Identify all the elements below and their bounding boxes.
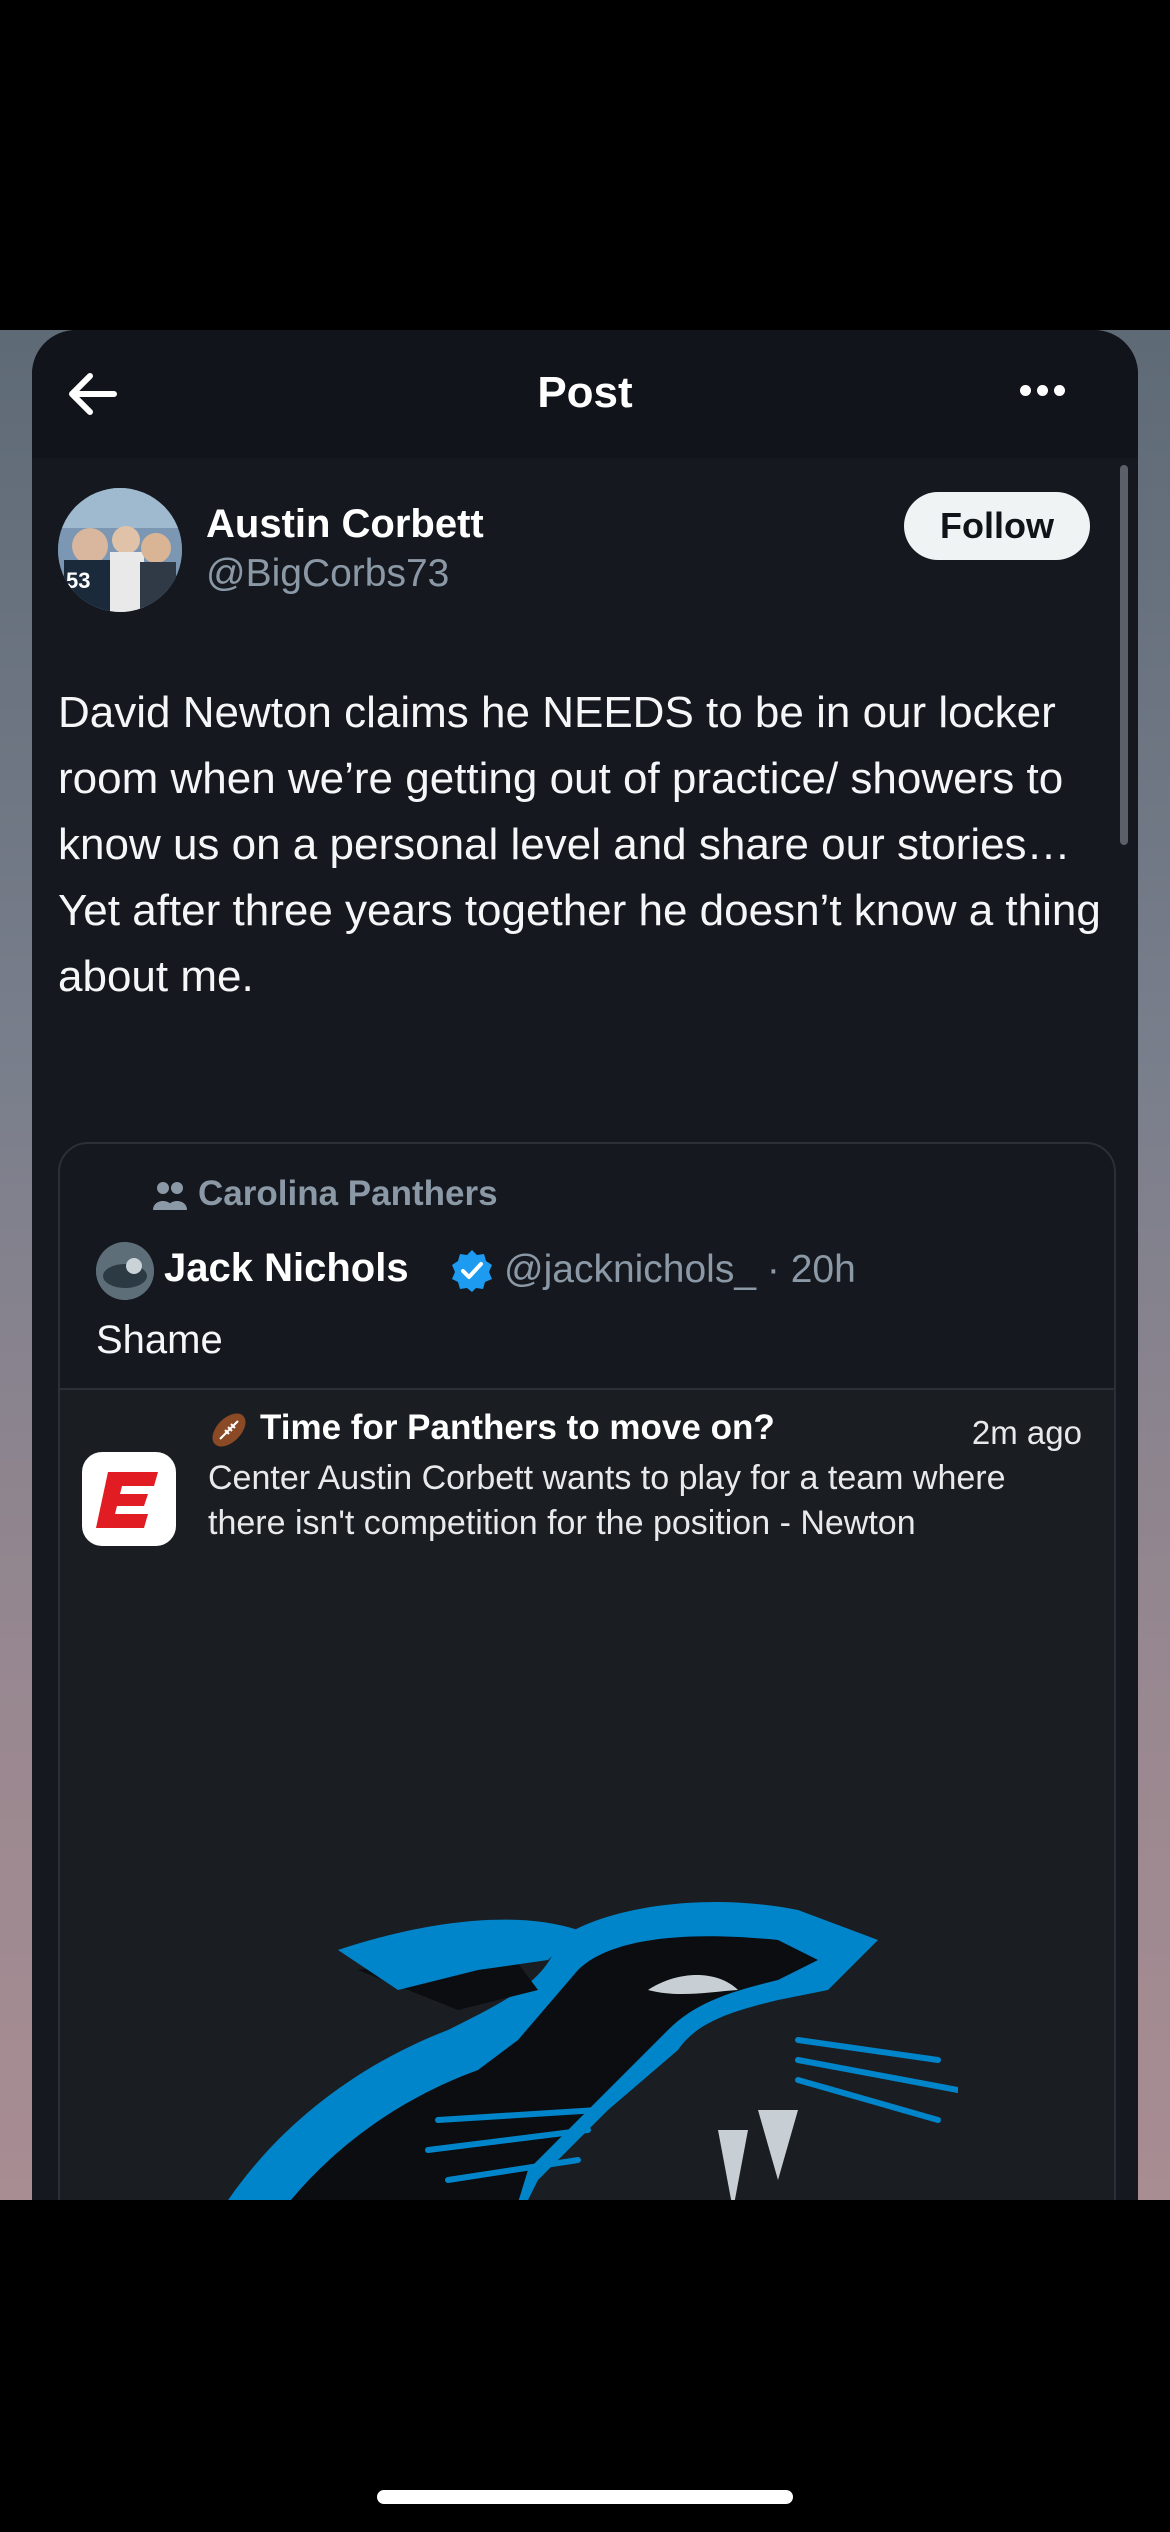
community-label[interactable]: Carolina Panthers: [152, 1174, 498, 1214]
quoted-handle-time: @jacknichols_ · 20h: [504, 1248, 856, 1291]
more-options-button[interactable]: [1020, 376, 1090, 406]
quoted-post-text: Shame: [96, 1318, 223, 1362]
author-name[interactable]: Austin Corbett: [206, 502, 484, 547]
avatar-photo: 53: [58, 488, 182, 612]
top-navigation-bar: Post: [32, 330, 1138, 458]
post-text: David Newton claims he NEEDS to be in ou…: [58, 680, 1118, 1010]
page-title: Post: [537, 368, 633, 417]
author-avatar[interactable]: 53: [58, 488, 182, 612]
follow-button[interactable]: Follow: [904, 492, 1090, 560]
notification-body: Center Austin Corbett wants to play for …: [208, 1459, 1006, 1542]
verified-badge-icon: [452, 1250, 492, 1292]
quoted-author-name[interactable]: Jack Nichols: [164, 1246, 409, 1291]
community-icon: [153, 1181, 187, 1210]
football-icon: [212, 1413, 246, 1447]
home-indicator[interactable]: [377, 2490, 793, 2504]
quoted-author-avatar[interactable]: [96, 1242, 154, 1300]
community-name: Carolina Panthers: [198, 1174, 498, 1213]
post-text-paragraph: Yet after three years together he doesn’…: [58, 886, 1101, 1001]
quoted-post[interactable]: Carolina Panthers Jack Nichols @jacknich…: [58, 1142, 1116, 2200]
espn-icon: [82, 1452, 176, 1546]
more-dot: [1054, 385, 1065, 396]
panthers-logo-icon: [228, 1902, 958, 2200]
quoted-media-image[interactable]: Time for Panthers to move on? 2m ago Cen…: [60, 1388, 1114, 2200]
post-screen: Post 53 Austin Corbett @BigCorbs73 Follo…: [32, 330, 1138, 2200]
author-handle[interactable]: @BigCorbs73: [206, 552, 449, 596]
svg-text:53: 53: [66, 568, 90, 593]
espn-logo-mark: [96, 1472, 158, 1528]
notification-title-text: Time for Panthers to move on?: [260, 1408, 775, 1447]
notification-time: 2m ago: [971, 1414, 1082, 1451]
notification-title: Time for Panthers to move on?: [208, 1408, 775, 1451]
avatar-photo: [96, 1242, 154, 1300]
more-dot: [1037, 385, 1048, 396]
scrollbar[interactable]: [1120, 465, 1128, 845]
more-horizontal-icon: [1020, 385, 1031, 396]
post-text-paragraph: David Newton claims he NEEDS to be in ou…: [58, 688, 1071, 869]
